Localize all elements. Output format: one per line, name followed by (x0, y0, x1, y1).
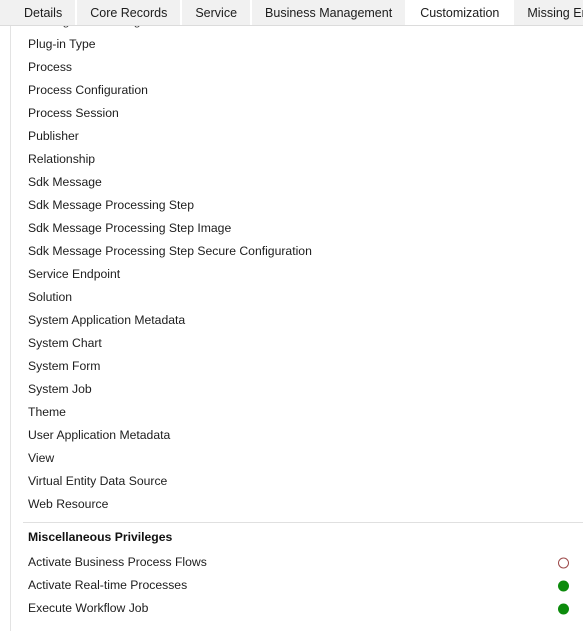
list-item[interactable]: Theme (11, 401, 583, 424)
privilege-level-global-icon[interactable] (558, 603, 569, 614)
list-item-clipped[interactable]: Plug-in Trace Log (11, 26, 583, 33)
list-item[interactable]: Activate Real-time Processes (11, 574, 583, 597)
entity-privilege-label: Service Endpoint (28, 267, 121, 282)
tab-core-records[interactable]: Core Records (77, 0, 183, 25)
tab-details[interactable]: Details (11, 0, 78, 25)
entity-privilege-label: Sdk Message Processing Step Secure Confi… (28, 244, 312, 259)
entity-privilege-label: User Application Metadata (28, 428, 171, 443)
section-title: Miscellaneous Privileges (28, 530, 173, 544)
miscellaneous-privilege-label: Execute Workflow Job (28, 601, 149, 616)
entity-privilege-label: Relationship (28, 152, 96, 167)
entity-privilege-label: Plug-in Trace Log (28, 26, 141, 27)
list-item[interactable]: Process (11, 56, 583, 79)
privileges-content-panel: Plug-in Trace Log Plug-in Type Process Pro… (10, 26, 583, 631)
list-item[interactable]: Sdk Message (11, 171, 583, 194)
entity-privilege-list: Plug-in Type Process Process Configuration… (11, 33, 583, 516)
entity-privilege-label: Plug-in Type (28, 37, 96, 52)
entity-privilege-label: Process Session (28, 106, 119, 121)
tab-label: Missing Entities (527, 5, 583, 20)
miscellaneous-privilege-label: Activate Real-time Processes (28, 578, 188, 593)
tab-service[interactable]: Service (182, 0, 253, 25)
list-item[interactable]: Publisher (11, 125, 583, 148)
list-item[interactable]: User Application Metadata (11, 424, 583, 447)
entity-privilege-label: Theme (28, 405, 66, 420)
entity-privilege-label: System Form (28, 359, 101, 374)
entity-privilege-label: View (28, 451, 55, 466)
entity-privilege-label: System Chart (28, 336, 102, 351)
privilege-level-global-icon[interactable] (558, 580, 569, 591)
entity-privilege-label: Sdk Message Processing Step (28, 198, 194, 213)
tab-label: Details (24, 5, 63, 20)
list-item[interactable]: Virtual Entity Data Source (11, 470, 583, 493)
list-item[interactable]: Solution (11, 286, 583, 309)
entity-privilege-label: Virtual Entity Data Source (28, 474, 168, 489)
miscellaneous-privilege-list: Activate Business Process Flows Activate … (11, 551, 583, 620)
entity-privilege-label: Solution (28, 290, 73, 305)
miscellaneous-privilege-label: Activate Business Process Flows (28, 555, 207, 570)
tab-label: Customization (420, 5, 500, 20)
entity-privilege-label: System Job (28, 382, 92, 397)
tab-missing-entities[interactable]: Missing Entities (514, 0, 583, 25)
entity-privilege-label: Sdk Message (28, 175, 102, 190)
list-item[interactable]: Plug-in Type (11, 33, 583, 56)
list-item[interactable]: Sdk Message Processing Step Image (11, 217, 583, 240)
list-item[interactable]: Relationship (11, 148, 583, 171)
tab-label: Service (195, 5, 238, 20)
list-item[interactable]: System Form (11, 355, 583, 378)
entity-privilege-label: System Application Metadata (28, 313, 186, 328)
tab-label: Core Records (90, 5, 168, 20)
list-item[interactable]: Activate Business Process Flows (11, 551, 583, 574)
entity-privilege-label: Sdk Message Processing Step Image (28, 221, 232, 236)
list-item[interactable]: Web Resource (11, 493, 583, 516)
list-item[interactable]: Execute Workflow Job (11, 597, 583, 620)
entity-privilege-label: Process Configuration (28, 83, 148, 98)
list-item[interactable]: Process Configuration (11, 79, 583, 102)
list-item[interactable]: System Application Metadata (11, 309, 583, 332)
list-item[interactable]: Process Session (11, 102, 583, 125)
tab-business-management[interactable]: Business Management (252, 0, 408, 25)
tab-customization[interactable]: Customization (407, 0, 515, 25)
list-item[interactable]: System Job (11, 378, 583, 401)
tab-strip: Details Core Records Service Business Manag… (0, 0, 583, 26)
list-item[interactable]: Service Endpoint (11, 263, 583, 286)
entity-privilege-label: Process (28, 60, 73, 75)
list-item[interactable]: Sdk Message Processing Step Secure Confi… (11, 240, 583, 263)
list-item[interactable]: View (11, 447, 583, 470)
entity-privilege-label: Web Resource (28, 497, 109, 512)
miscellaneous-privileges-header: Miscellaneous Privileges (11, 523, 583, 551)
list-item[interactable]: Sdk Message Processing Step (11, 194, 583, 217)
privilege-level-none-icon[interactable] (558, 557, 569, 568)
list-item[interactable]: System Chart (11, 332, 583, 355)
entity-privilege-label: Publisher (28, 129, 79, 144)
tab-label: Business Management (265, 5, 393, 20)
